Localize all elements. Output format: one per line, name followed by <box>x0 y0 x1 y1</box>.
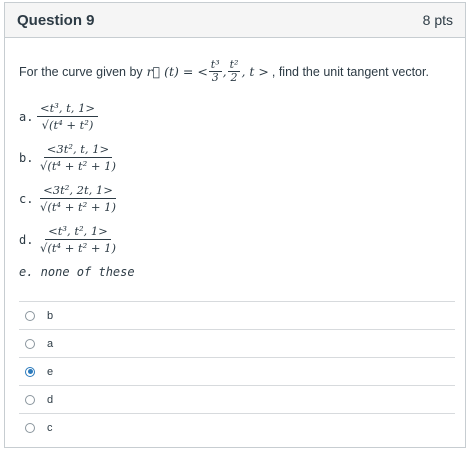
radio-button[interactable] <box>25 394 35 405</box>
prompt-tail: , t > <box>241 64 269 79</box>
choice-a: a. <t³, t, 1> √(t⁴ + t²) <box>19 101 99 132</box>
choice-fraction: <t³, t, 1> √(t⁴ + t²) <box>37 101 99 132</box>
choice-b: b. <3t², t, 1> √(t⁴ + t² + 1) <box>19 142 119 173</box>
answer-option-c[interactable]: c <box>19 413 455 441</box>
choice-fraction: <3t², 2t, 1> √(t⁴ + t² + 1) <box>37 183 119 214</box>
question-card: Question 9 8 pts For the curve given by … <box>4 2 466 448</box>
choice-c: c. <3t², 2t, 1> √(t⁴ + t² + 1) <box>19 183 119 214</box>
answer-option-d[interactable]: d <box>19 385 455 413</box>
fraction-denominator: 2 <box>230 71 238 84</box>
answer-text: d <box>47 393 54 406</box>
prompt-suffix: , find the unit tangent vector. <box>271 64 429 79</box>
choice-numerator: <3t², 2t, 1> <box>40 183 116 199</box>
choice-d: d. <t³, t², 1> √(t⁴ + t² + 1) <box>19 224 119 255</box>
choice-label: c. <box>19 191 34 206</box>
choice-numerator: <3t², t, 1> <box>43 142 113 158</box>
answer-option-e[interactable]: e <box>19 357 455 385</box>
radio-button-selected[interactable] <box>25 366 35 377</box>
answer-text: a <box>47 337 54 350</box>
answer-text: b <box>47 309 54 322</box>
choice-label: a. <box>19 109 34 124</box>
answer-option-a[interactable]: a <box>19 329 455 357</box>
choice-denominator: √(t⁴ + t²) <box>41 118 94 132</box>
question-title: Question 9 <box>17 11 95 29</box>
choice-numerator: <t³, t², 1> <box>45 224 111 240</box>
choice-fraction: <3t², t, 1> √(t⁴ + t² + 1) <box>37 142 119 173</box>
choice-denominator: √(t⁴ + t² + 1) <box>40 241 116 255</box>
prompt-prefix: For the curve given by <box>19 64 143 79</box>
question-header: Question 9 8 pts <box>5 3 465 38</box>
choice-e: e. none of these <box>19 265 135 279</box>
answer-option-b[interactable]: b <box>19 301 455 329</box>
answer-text: e <box>47 365 54 378</box>
choice-denominator: √(t⁴ + t² + 1) <box>40 159 116 173</box>
question-prompt: For the curve given by r⃗ (t) = < t³ 3 ,… <box>19 58 429 84</box>
choice-label: b. <box>19 150 34 165</box>
prompt-fraction-2: t² 2 <box>227 59 241 84</box>
choice-fraction: <t³, t², 1> √(t⁴ + t² + 1) <box>37 224 119 255</box>
fraction-denominator: 3 <box>211 71 219 84</box>
prompt-function: r⃗ (t) = < <box>146 64 208 79</box>
prompt-fraction-1: t³ 3 <box>208 59 222 84</box>
question-points: 8 pts <box>422 12 453 28</box>
choice-denominator: √(t⁴ + t² + 1) <box>40 200 116 214</box>
choice-label: d. <box>19 232 34 247</box>
answer-text: c <box>47 421 53 434</box>
choice-numerator: <t³, t, 1> <box>37 101 99 117</box>
radio-button[interactable] <box>25 422 35 433</box>
radio-button[interactable] <box>25 310 35 321</box>
answer-list: b a e d c <box>19 301 455 441</box>
radio-button[interactable] <box>25 338 35 349</box>
